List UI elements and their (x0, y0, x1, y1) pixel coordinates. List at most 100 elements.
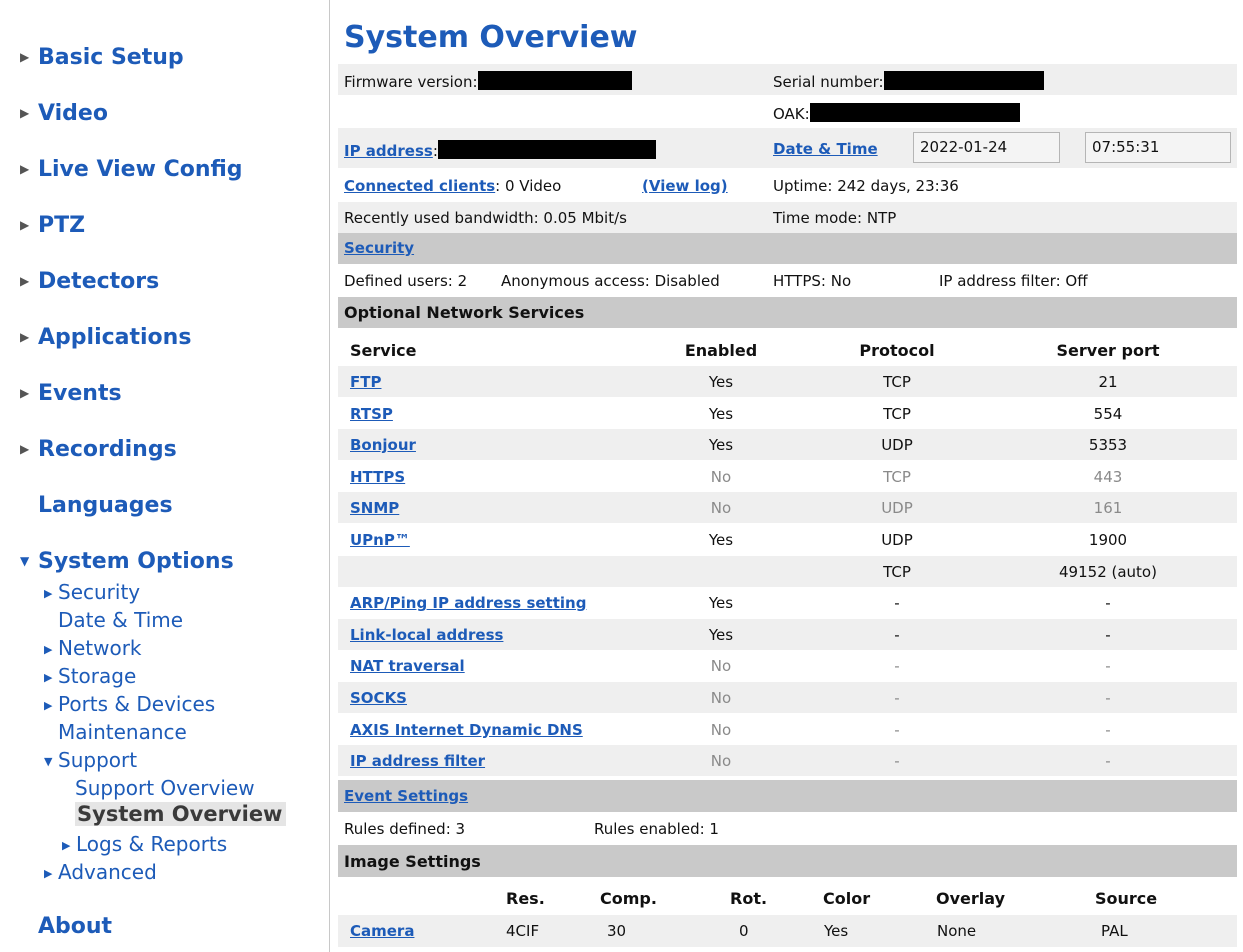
nav-advanced[interactable]: ▶ Advanced (44, 860, 157, 884)
col-protocol: Protocol (859, 341, 935, 360)
service-row: RTSP Yes TCP 554 (338, 398, 1237, 429)
service-row: UPnP™ Yes UDP 1900 (338, 524, 1237, 555)
nav-about[interactable]: About (20, 914, 112, 939)
connected-clients: Connected clients: 0 Video (344, 177, 562, 195)
triangle-down-icon: ▼ (20, 554, 30, 568)
nav-date-time[interactable]: Date & Time (58, 608, 183, 632)
service-port: - (1105, 720, 1111, 739)
firmware-label: Firmware version: (344, 71, 632, 91)
nav-support[interactable]: ▼ Support (44, 748, 137, 772)
service-port: 5353 (1088, 436, 1128, 455)
nav-languages[interactable]: Languages (20, 493, 173, 518)
camera-row: Camera 4CIF 30 0 Yes None PAL (338, 915, 1237, 947)
triangle-right-icon: ▶ (44, 671, 53, 684)
service-name-link[interactable]: SOCKS (350, 689, 407, 707)
clients-row: Connected clients: 0 Video (View log) Up… (338, 170, 1237, 202)
service-enabled: No (710, 720, 732, 739)
view-log-link[interactable]: (View log) (642, 177, 728, 195)
camera-overlay: None (937, 922, 977, 940)
service-row: TCP 49152 (auto) (338, 555, 1237, 587)
service-enabled: Yes (708, 373, 734, 391)
nav-system-overview[interactable]: System Overview (75, 802, 287, 826)
service-name-link[interactable]: SNMP (350, 499, 399, 517)
nav-network[interactable]: ▶ Network (44, 636, 142, 660)
col-service: Service (350, 341, 417, 360)
nav-detectors[interactable]: ▶ Detectors (20, 269, 159, 294)
time-field[interactable]: 07:55:31 (1085, 132, 1231, 163)
service-name-link[interactable]: Bonjour (350, 436, 416, 454)
service-row: NAT traversal No - - (338, 650, 1237, 681)
defined-users-text: Defined users: 2 (344, 272, 468, 290)
nav-security[interactable]: ▶ Security (44, 580, 140, 604)
service-name-link[interactable]: UPnP™ (350, 531, 410, 549)
camera-color: Yes (824, 922, 849, 940)
security-link[interactable]: Security (344, 239, 414, 257)
date-field[interactable]: 2022-01-24 (913, 132, 1060, 163)
service-name-link[interactable]: FTP (350, 373, 381, 391)
col-rot: Rot. (730, 889, 768, 908)
nav-ptz[interactable]: ▶ PTZ (20, 213, 85, 238)
col-server-port: Server port (1056, 341, 1160, 360)
page-title: System Overview (344, 20, 638, 55)
bandwidth-text: Recently used bandwidth: 0.05 Mbit/s (344, 209, 627, 227)
triangle-right-icon: ▶ (62, 839, 71, 852)
nav-events[interactable]: ▶ Events (20, 381, 122, 406)
oak-row: OAK: (338, 96, 1237, 127)
triangle-right-icon: ▶ (20, 218, 30, 232)
service-protocol: TCP (883, 562, 911, 581)
triangle-right-icon: ▶ (44, 867, 53, 880)
nav-maintenance[interactable]: Maintenance (58, 720, 187, 744)
event-settings-header: Event Settings (338, 780, 1237, 812)
rules-defined-text: Rules defined: 3 (344, 820, 466, 838)
service-protocol: - (894, 625, 900, 644)
service-port: - (1105, 752, 1111, 771)
service-protocol: - (894, 594, 900, 613)
ip-datetime-row: IP address: Date & Time 2022-01-24 07:55… (338, 128, 1237, 168)
nav-ports-devices[interactable]: ▶ Ports & Devices (44, 692, 215, 716)
service-enabled: Yes (708, 404, 734, 423)
redacted-block (437, 140, 656, 159)
triangle-right-icon: ▶ (20, 274, 30, 288)
ip-address-field: IP address: (344, 140, 656, 160)
service-name-link[interactable]: HTTPS (350, 468, 405, 486)
camera-link[interactable]: Camera (350, 922, 414, 940)
service-name-link[interactable]: NAT traversal (350, 657, 465, 675)
service-name-link[interactable]: Link-local address (350, 626, 503, 644)
connected-clients-link[interactable]: Connected clients (344, 177, 495, 195)
nav-applications[interactable]: ▶ Applications (20, 325, 191, 350)
service-enabled: Yes (708, 531, 734, 549)
event-settings-link[interactable]: Event Settings (344, 787, 468, 805)
service-row: HTTPS No TCP 443 (338, 461, 1237, 492)
service-protocol: - (894, 689, 900, 707)
service-port: - (1105, 689, 1111, 707)
nav-video[interactable]: ▶ Video (20, 101, 108, 126)
triangle-right-icon: ▶ (44, 699, 53, 712)
nav-system-options[interactable]: ▼ System Options (20, 549, 234, 574)
image-column-headers: Res. Comp. Rot. Color Overlay Source (338, 883, 1237, 914)
nav-live-view-config[interactable]: ▶ Live View Config (20, 157, 243, 182)
service-name-link[interactable]: IP address filter (350, 752, 485, 770)
nav-basic-setup[interactable]: ▶ Basic Setup (20, 45, 184, 70)
nav-logs-reports[interactable]: ▶ Logs & Reports (62, 832, 227, 856)
service-name-link[interactable]: ARP/Ping IP address setting (350, 594, 586, 612)
triangle-right-icon: ▶ (20, 106, 30, 120)
service-name-link[interactable]: RTSP (350, 405, 393, 423)
service-enabled: No (710, 499, 732, 518)
rules-enabled-text: Rules enabled: 1 (594, 820, 719, 838)
service-row: Link-local address Yes - - (338, 618, 1237, 650)
service-enabled: Yes (708, 436, 734, 455)
nav-storage[interactable]: ▶ Storage (44, 664, 136, 688)
date-time-link[interactable]: Date & Time (773, 140, 878, 158)
nav-recordings[interactable]: ▶ Recordings (20, 437, 177, 462)
service-enabled: No (710, 752, 732, 771)
anonymous-access-text: Anonymous access: Disabled (501, 272, 720, 290)
triangle-right-icon: ▶ (20, 330, 30, 344)
service-port: 554 (1093, 404, 1123, 423)
ip-address-link[interactable]: IP address (344, 142, 433, 160)
nav-support-overview[interactable]: Support Overview (75, 776, 255, 800)
service-name-link[interactable]: AXIS Internet Dynamic DNS (350, 721, 583, 739)
triangle-right-icon: ▶ (20, 442, 30, 456)
image-settings-title: Image Settings (344, 852, 481, 871)
service-protocol: TCP (883, 404, 911, 423)
service-row: ARP/Ping IP address setting Yes - - (338, 587, 1237, 618)
